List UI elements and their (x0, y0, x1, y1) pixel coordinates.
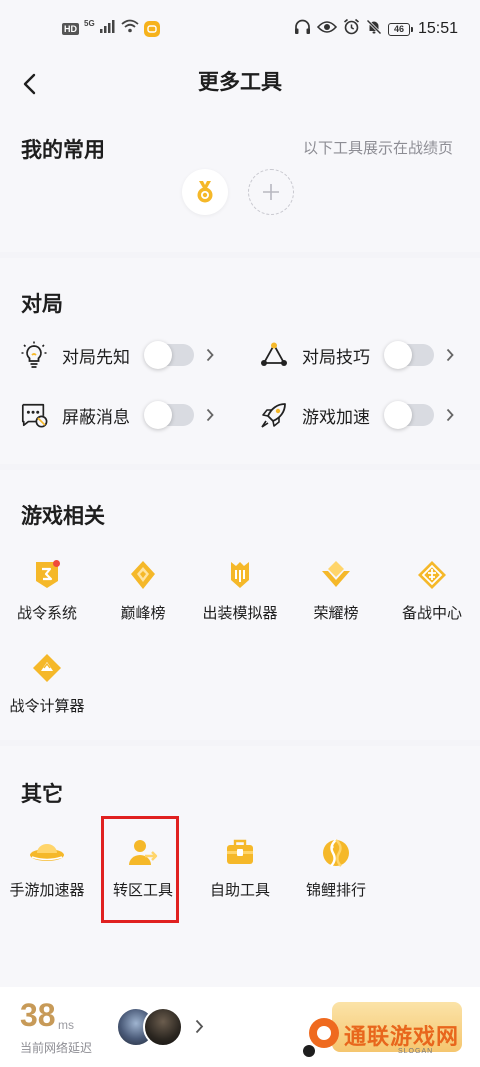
tool-label: 锦鲤排行 (305, 882, 366, 899)
block-messages-label: 屏蔽消息 (62, 407, 130, 427)
network-type: 5G (84, 19, 95, 28)
tool-label: 手游加速器 (9, 882, 85, 899)
tool-label: 转区工具 (112, 882, 173, 899)
toggle-knob (384, 341, 412, 369)
alarm-icon (343, 18, 360, 40)
tool-battle-pass[interactable]: 战令系统 (4, 555, 90, 635)
add-favorite-button[interactable] (248, 169, 294, 215)
status-bar: HD 5G 46 15:51 (0, 0, 480, 58)
watermark: 通联游戏网 SLOGAN (300, 1011, 480, 1067)
prep-center-icon (412, 555, 452, 595)
foresight-toggle[interactable] (144, 341, 194, 369)
watermark-slogan: SLOGAN (398, 1048, 434, 1055)
match-title: 对局 (21, 293, 63, 316)
others-section: 其它 手游加速器 转区工具 自助工具 锦鲤排行 (0, 746, 480, 987)
bottom-bar: 38 ms 当前网络延迟 通联游戏网 SLOGAN (0, 987, 480, 1067)
latency-unit: ms (58, 1018, 74, 1032)
tool-mobile-accelerator[interactable]: 手游加速器 (4, 832, 90, 912)
match-row-block-messages: 屏蔽消息 (20, 395, 216, 435)
game-boost-chevron-right-icon[interactable] (446, 407, 456, 423)
favorites-hint: 以下工具展示在战绩页 (302, 140, 453, 157)
watermark-text: 通联游戏网 (344, 1024, 460, 1049)
new-badge (53, 560, 60, 567)
blocked-message-icon (20, 401, 48, 429)
tool-build-simulator[interactable]: 出装模拟器 (197, 555, 283, 635)
tool-prep-center[interactable]: 备战中心 (389, 555, 475, 635)
koi-icon (316, 832, 356, 872)
foresight-label: 对局先知 (62, 347, 130, 367)
chevron-right-icon[interactable] (195, 1019, 204, 1039)
status-right: 46 15:51 (294, 18, 458, 40)
eye-icon (316, 20, 338, 39)
battery-indicator: 46 (387, 22, 413, 36)
tool-server-transfer[interactable]: 转区工具 (100, 832, 186, 912)
glory-rank-icon (316, 555, 356, 595)
mute-bell-icon (366, 18, 382, 40)
triangle-nodes-icon (260, 341, 288, 369)
tool-label: 战令计算器 (9, 698, 85, 715)
match-row-foresight: 对局先知 (20, 335, 216, 375)
latency-value: 38 (20, 997, 56, 1033)
tool-label: 战令系统 (16, 605, 77, 622)
tool-pass-calculator[interactable]: 战令计算器 (4, 648, 90, 728)
latency-label: 当前网络延迟 (20, 1041, 93, 1055)
toggle-knob (384, 401, 412, 429)
block-messages-toggle[interactable] (144, 401, 194, 429)
tool-label: 荣耀榜 (313, 605, 359, 622)
rocket-icon (260, 401, 288, 429)
tool-label: 备战中心 (401, 605, 462, 622)
tool-glory-rank[interactable]: 荣耀榜 (293, 555, 379, 635)
app-notification-icon (143, 20, 160, 37)
page-title: 更多工具 (198, 71, 282, 94)
tool-label: 巅峰榜 (120, 605, 166, 622)
wifi-icon (121, 19, 139, 38)
nav-bar: 更多工具 (0, 58, 480, 112)
toggle-knob (144, 341, 172, 369)
plus-icon (263, 184, 279, 200)
tips-label: 对局技巧 (302, 347, 370, 367)
match-row-game-boost: 游戏加速 (260, 395, 456, 435)
foresight-chevron-right-icon[interactable] (206, 347, 216, 363)
avatar[interactable] (143, 1007, 183, 1047)
bulb-icon (20, 341, 48, 369)
game-related-section: 游戏相关 战令系统 巅峰榜 出装模拟器 荣耀榜 备战中心 战令计算器 (0, 470, 480, 740)
tips-toggle[interactable] (384, 341, 434, 369)
signal-icon (99, 19, 116, 38)
favorites-title: 我的常用 (21, 139, 105, 162)
tool-label: 自助工具 (209, 882, 270, 899)
game-related-title: 游戏相关 (21, 505, 105, 528)
headphones-icon (294, 19, 311, 40)
game-boost-toggle[interactable] (384, 401, 434, 429)
battle-pass-icon (27, 555, 67, 595)
medal-icon (197, 181, 213, 203)
transfer-icon (123, 832, 163, 872)
build-simulator-icon (220, 555, 260, 595)
status-time: 15:51 (417, 20, 458, 37)
tool-self-service[interactable]: 自助工具 (197, 832, 283, 912)
toolbox-icon (220, 832, 260, 872)
favorite-medal-slot[interactable] (182, 169, 228, 215)
favorites-section: 我的常用 以下工具展示在战绩页 (0, 112, 480, 252)
watermark-logo-icon (303, 1018, 339, 1057)
tool-peak-rank[interactable]: 巅峰榜 (100, 555, 186, 635)
tips-chevron-right-icon[interactable] (446, 347, 456, 363)
status-left: HD 5G (62, 19, 160, 38)
pass-calculator-icon (27, 648, 67, 688)
tool-label: 出装模拟器 (202, 605, 278, 622)
hd-badge: HD (62, 22, 79, 35)
match-row-tips: 对局技巧 (260, 335, 456, 375)
block-messages-chevron-right-icon[interactable] (206, 407, 216, 423)
peak-rank-icon (123, 555, 163, 595)
match-section: 对局 对局先知 对局技巧 屏蔽消息 游戏加速 (0, 258, 480, 464)
tool-koi-ranking[interactable]: 锦鲤排行 (293, 832, 379, 912)
accelerator-icon (27, 832, 67, 872)
game-boost-label: 游戏加速 (302, 407, 370, 427)
toggle-knob (144, 401, 172, 429)
others-title: 其它 (21, 783, 63, 806)
